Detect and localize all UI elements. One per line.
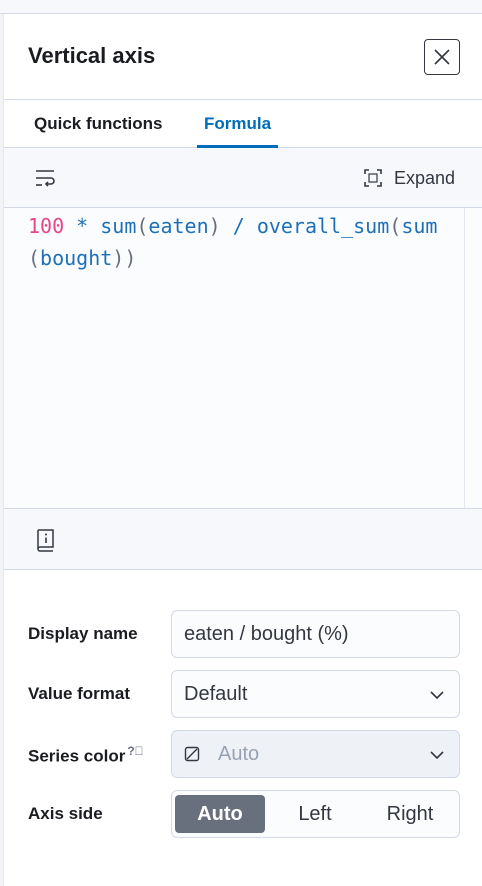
flyout-header: Vertical axis	[4, 15, 482, 100]
tab-bar: Quick functions Formula	[4, 100, 482, 148]
axis-side-button-group: Auto Left Right	[171, 790, 460, 838]
token-operator: /	[220, 214, 257, 238]
token-paren: (	[389, 214, 402, 238]
display-name-value: eaten / bought (%)	[184, 622, 349, 645]
close-button[interactable]	[424, 39, 460, 75]
no-color-icon	[184, 746, 200, 762]
chevron-down-icon	[430, 691, 444, 700]
axis-side-label: Axis side	[28, 804, 103, 823]
token-paren: (	[28, 246, 41, 270]
fullscreen-icon	[364, 169, 382, 187]
axis-side-row: Axis side Auto Left Right	[4, 790, 482, 838]
expand-button[interactable]: Expand	[364, 164, 455, 192]
series-color-label-text: Series color	[28, 746, 126, 766]
top-strip	[0, 0, 482, 14]
axis-side-left-button[interactable]: Left	[270, 795, 360, 833]
token-field: bought	[40, 246, 113, 270]
chevron-down-icon	[430, 751, 444, 760]
documentation-icon[interactable]	[32, 527, 58, 553]
token-paren: ))	[112, 246, 137, 270]
token-function: overall_sum	[256, 214, 390, 238]
question-icon[interactable]: ?⃝	[127, 744, 143, 758]
formula-editor[interactable]: 100 * sum(eaten) / overall_sum(sum(bough…	[4, 208, 482, 508]
value-format-value: Default	[184, 682, 248, 705]
token-function: sum	[100, 214, 137, 238]
word-wrap-icon[interactable]	[34, 167, 56, 189]
value-format-label: Value format	[28, 684, 131, 703]
editor-toolbar: Expand	[4, 148, 482, 208]
tab-formula[interactable]: Formula	[197, 100, 279, 148]
flyout-title: Vertical axis	[28, 43, 156, 68]
display-name-row: Display name eaten / bought (%)	[4, 610, 482, 658]
axis-side-right-button[interactable]: Right	[365, 795, 455, 833]
value-format-select[interactable]: Default	[171, 670, 460, 718]
display-name-label: Display name	[28, 624, 138, 643]
token-paren: (	[136, 214, 149, 238]
token-field: eaten	[148, 214, 209, 238]
tab-quick-functions[interactable]: Quick functions	[27, 100, 169, 148]
editor-scrollbar[interactable]	[464, 208, 482, 508]
flyout-panel: Vertical axis Quick functions Formula Ex…	[4, 15, 482, 886]
token-number: 100	[28, 214, 65, 238]
expand-label: Expand	[394, 167, 456, 188]
token-operator: *	[64, 214, 101, 238]
settings-form: Display name eaten / bought (%) Value fo…	[4, 570, 482, 886]
value-format-row: Value format Default	[4, 670, 482, 718]
token-function: sum	[401, 214, 438, 238]
token-paren: )	[208, 214, 221, 238]
series-color-picker[interactable]: Auto	[171, 730, 460, 778]
series-color-value: Auto	[218, 742, 260, 765]
close-icon	[434, 49, 450, 65]
display-name-input[interactable]: eaten / bought (%)	[171, 610, 460, 658]
formula-text[interactable]: 100 * sum(eaten) / overall_sum(sum(bough…	[28, 210, 460, 274]
series-color-row: Series color ?⃝ Auto	[4, 730, 482, 778]
editor-footer	[4, 508, 482, 570]
axis-side-auto-button[interactable]: Auto	[175, 795, 265, 833]
series-color-label: Series color ?⃝	[28, 744, 144, 767]
